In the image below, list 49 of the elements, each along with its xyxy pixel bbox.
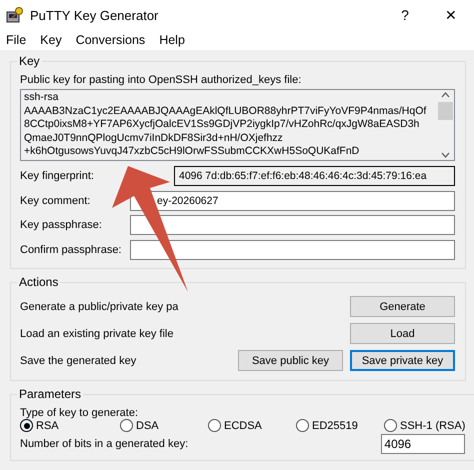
type-label: Type of key to generate: bbox=[20, 407, 138, 419]
key-line: 8CCtp0ixsM8+YF7AP6XycfjOalcEV1Ss9GDjVP2iygkIp7/vHZohRc/qxJgW8aEASD3h bbox=[24, 118, 420, 132]
key-line: ssh-rsa bbox=[24, 91, 60, 104]
field-label: Key fingerprint: bbox=[20, 170, 95, 182]
menu-item[interactable]: Key bbox=[40, 33, 62, 47]
window-title: PuTTY Key Generator bbox=[30, 8, 160, 22]
public-key-box[interactable] bbox=[20, 89, 455, 161]
menu-item[interactable]: Conversions bbox=[76, 33, 146, 47]
menu-item[interactable]: Help bbox=[159, 33, 185, 47]
radio-button[interactable] bbox=[120, 419, 133, 432]
app-icon bbox=[6, 6, 24, 24]
bits-field[interactable]: 4096 bbox=[381, 434, 466, 454]
input-field[interactable] bbox=[130, 215, 455, 236]
action-button[interactable]: Save private key bbox=[350, 350, 455, 371]
scroll-up-icon[interactable] bbox=[441, 92, 450, 98]
field-label: Key passphrase: bbox=[20, 219, 103, 232]
key-line: +k6hOtgusowsYuvqJ47xzbC5cH9lOrwFSSubmCCKXwH5SoQUKafFnD bbox=[24, 145, 360, 158]
group-title: Actions bbox=[18, 275, 60, 289]
radio-button[interactable] bbox=[384, 419, 397, 432]
group-title: Key bbox=[18, 54, 41, 68]
radio-label: DSA bbox=[136, 420, 159, 432]
fingerprint-field: 4096 7d:db:65:f7:ef:f6:eb:48:46:46:4c:3d:45:79:16:ea bbox=[174, 166, 455, 186]
action-button[interactable]: Load bbox=[350, 323, 455, 344]
public-key-label: Public key for pasting into OpenSSH authorized_keys file: bbox=[20, 74, 302, 86]
radio-label: ECDSA bbox=[224, 420, 262, 432]
radio-label: SSH-1 (RSA) bbox=[400, 420, 466, 432]
menu-item[interactable]: File bbox=[6, 33, 26, 47]
group-title: Parameters bbox=[18, 387, 82, 401]
input-field[interactable] bbox=[130, 240, 455, 260]
radio-button[interactable] bbox=[20, 419, 33, 432]
scroll-down-icon[interactable] bbox=[441, 152, 450, 158]
bits-label: Number of bits in a generated key: bbox=[20, 438, 188, 450]
radio-button[interactable] bbox=[208, 419, 221, 432]
action-text: Load an existing private key file bbox=[20, 328, 174, 340]
scroll-thumb[interactable] bbox=[438, 102, 453, 120]
key-line: QmaeJ0T9nnQPlogUcmv7iInDkDF8Sir3d+nH/OXjefhzz bbox=[24, 132, 284, 145]
field-label: Confirm passphrase: bbox=[20, 244, 122, 256]
action-text: Generate a public/private key pa bbox=[20, 300, 180, 312]
help-button[interactable]: ? bbox=[382, 7, 428, 23]
radio-label: ED25519 bbox=[312, 420, 358, 432]
radio-label: RSA bbox=[36, 420, 59, 432]
action-button[interactable]: Save public key bbox=[238, 350, 343, 371]
input-field[interactable]: ey-20260627 bbox=[130, 190, 455, 211]
key-line: AAAAB3NzaC1yc2EAAAABJQAAAgEAklQfLUBOR88yhrPT7viFyYoVF9P4nmas/HqOf bbox=[24, 104, 428, 118]
action-button[interactable]: Generate bbox=[350, 296, 455, 317]
field-label: Key comment: bbox=[20, 194, 92, 207]
action-text: Save the generated key bbox=[20, 354, 138, 366]
radio-button[interactable] bbox=[296, 419, 309, 432]
close-button[interactable]: ✕ bbox=[428, 7, 474, 23]
